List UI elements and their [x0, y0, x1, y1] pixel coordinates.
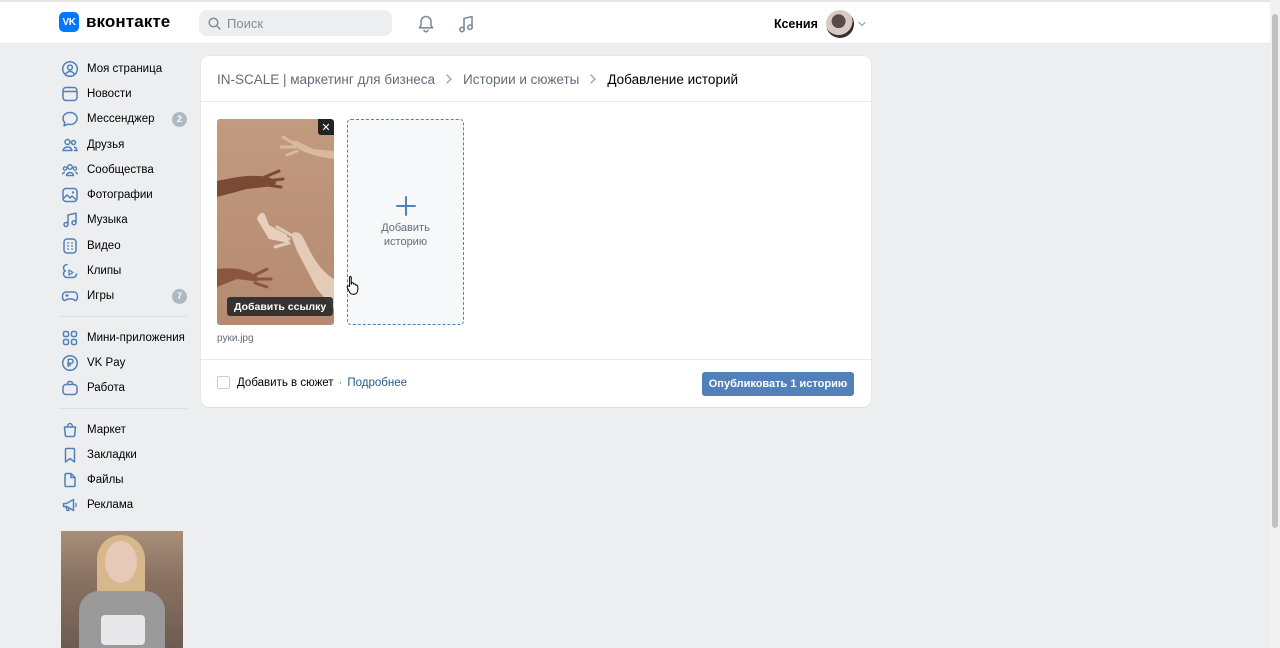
photo-icon — [60, 185, 80, 205]
sidebar-item-news[interactable]: Новости — [59, 81, 199, 106]
sidebar-item-label: Мессенджер — [87, 113, 155, 126]
add-to-plot-row: Добавить в сюжет · Подробнее — [217, 376, 407, 389]
separator-dot: · — [338, 376, 343, 389]
add-to-plot-checkbox[interactable] — [217, 376, 230, 389]
sidebar-item-jobs[interactable]: Работа — [59, 376, 199, 401]
add-link-button[interactable]: Добавить ссылку — [227, 297, 334, 316]
unread-badge: 2 — [172, 111, 187, 127]
scrollbar-thumb[interactable] — [1272, 14, 1278, 528]
sidebar-item-label: Игры — [87, 290, 115, 303]
sidebar-item-label: Новости — [87, 87, 132, 100]
add-stories-panel: IN-SCALE | маркетинг для бизнеса Истории… — [201, 56, 871, 407]
video-icon — [60, 236, 80, 256]
hands-image — [217, 119, 334, 325]
user-menu[interactable]: Ксения — [774, 10, 866, 38]
sidebar-item-label: Моя страница — [87, 62, 163, 75]
sidebar-item-market[interactable]: Маркет — [59, 417, 199, 442]
top-header: VK вконтакте Ксения — [0, 0, 1270, 44]
sidebar-item-label: Фотографии — [87, 189, 153, 202]
search-box[interactable] — [199, 10, 392, 36]
promo-face — [105, 541, 137, 583]
vk-logo[interactable]: VK вконтакте — [59, 12, 170, 32]
sidebar-item-label: Клипы — [87, 265, 122, 278]
file-icon — [60, 470, 80, 490]
briefcase-icon — [60, 378, 80, 398]
chevron-down-icon — [858, 21, 866, 27]
remove-story-button[interactable]: ✕ — [318, 119, 334, 135]
sidebar-item-communities[interactable]: Сообщества — [59, 157, 199, 182]
search-input[interactable] — [227, 15, 387, 31]
bookmark-icon — [60, 445, 80, 465]
sidebar-item-label: VK Pay — [87, 356, 126, 369]
megaphone-icon — [60, 495, 80, 515]
user-circle-icon — [60, 59, 80, 79]
avatar — [825, 10, 854, 38]
notification-badge: 7 — [172, 288, 187, 304]
sidebar-item-label: Сообщества — [87, 163, 154, 176]
sidebar-item-label: Закладки — [87, 448, 137, 461]
sidebar-item-label: Реклама — [87, 499, 134, 512]
sidebar-divider — [59, 407, 187, 409]
friends-icon — [60, 135, 80, 155]
music-note-icon[interactable] — [456, 14, 476, 34]
sidebar-item-label: Мини-приложения — [87, 331, 185, 344]
sidebar-item-games[interactable]: Игры 7 — [59, 284, 199, 309]
sidebar-item-messenger[interactable]: Мессенджер 2 — [59, 107, 199, 132]
chevron-right-icon — [585, 71, 601, 87]
sidebar-item-video[interactable]: Видео — [59, 233, 199, 258]
story-thumbnail[interactable]: ✕ Добавить ссылку — [217, 119, 334, 325]
vk-logo-mark: VK — [59, 12, 79, 32]
sidebar-item-photos[interactable]: Фотографии — [59, 182, 199, 207]
sidebar-item-vk-pay[interactable]: VK Pay — [59, 350, 199, 375]
news-icon — [60, 84, 80, 104]
sidebar-item-label: Маркет — [87, 423, 126, 436]
sidebar-item-music[interactable]: Музыка — [59, 208, 199, 233]
page-scrollbar[interactable] — [1270, 0, 1280, 648]
breadcrumb: IN-SCALE | маркетинг для бизнеса Истории… — [217, 70, 738, 88]
sidebar-item-bookmarks[interactable]: Закладки — [59, 442, 199, 467]
breadcrumb-item-current: Добавление историй — [607, 71, 739, 87]
add-story-button[interactable]: Добавить историю — [347, 119, 464, 325]
story-file-name: руки.jpg — [217, 333, 254, 344]
sidebar-item-label: Файлы — [87, 474, 124, 487]
sidebar-divider — [59, 315, 187, 317]
sidebar-item-label: Музыка — [87, 214, 128, 227]
plus-icon — [395, 195, 417, 217]
communities-icon — [60, 160, 80, 180]
more-info-link[interactable]: Подробнее — [347, 377, 407, 389]
clips-icon — [60, 261, 80, 281]
hand-cursor-icon — [346, 276, 359, 295]
vk-logo-text: вконтакте — [86, 12, 171, 31]
music-icon — [60, 210, 80, 230]
sidebar-item-label: Видео — [87, 239, 121, 252]
bag-icon — [60, 420, 80, 440]
laptop-icon — [101, 615, 145, 645]
add-story-label: Добавить историю — [381, 222, 430, 248]
breadcrumb-item-stories[interactable]: Истории и сюжеты — [463, 72, 579, 87]
apps-icon — [60, 328, 80, 348]
sidebar-item-friends[interactable]: Друзья — [59, 132, 199, 157]
ad-banner-image[interactable] — [61, 531, 183, 648]
gamepad-icon — [60, 286, 80, 306]
chevron-right-icon — [441, 71, 457, 87]
ruble-icon — [60, 353, 80, 373]
breadcrumb-item-community[interactable]: IN-SCALE | маркетинг для бизнеса — [217, 72, 435, 87]
sidebar-item-ads[interactable]: Реклама — [59, 493, 199, 518]
sidebar-item-my-page[interactable]: Моя страница — [59, 56, 199, 81]
sidebar-item-clips[interactable]: Клипы — [59, 258, 199, 283]
add-to-plot-label[interactable]: Добавить в сюжет — [237, 377, 334, 389]
sidebar-item-mini-apps[interactable]: Мини-приложения — [59, 325, 199, 350]
message-icon — [60, 109, 80, 129]
panel-divider — [201, 101, 871, 102]
user-name: Ксения — [774, 17, 818, 31]
left-sidebar: Моя страница Новости Мессенджер 2 Друзья… — [59, 56, 199, 518]
bell-icon[interactable] — [416, 14, 436, 34]
sidebar-item-label: Работа — [87, 382, 125, 395]
publish-button[interactable]: Опубликовать 1 историю — [702, 372, 854, 396]
sidebar-item-files[interactable]: Файлы — [59, 467, 199, 492]
search-icon — [208, 16, 221, 30]
sidebar-item-label: Друзья — [87, 138, 125, 151]
panel-divider — [201, 359, 871, 360]
